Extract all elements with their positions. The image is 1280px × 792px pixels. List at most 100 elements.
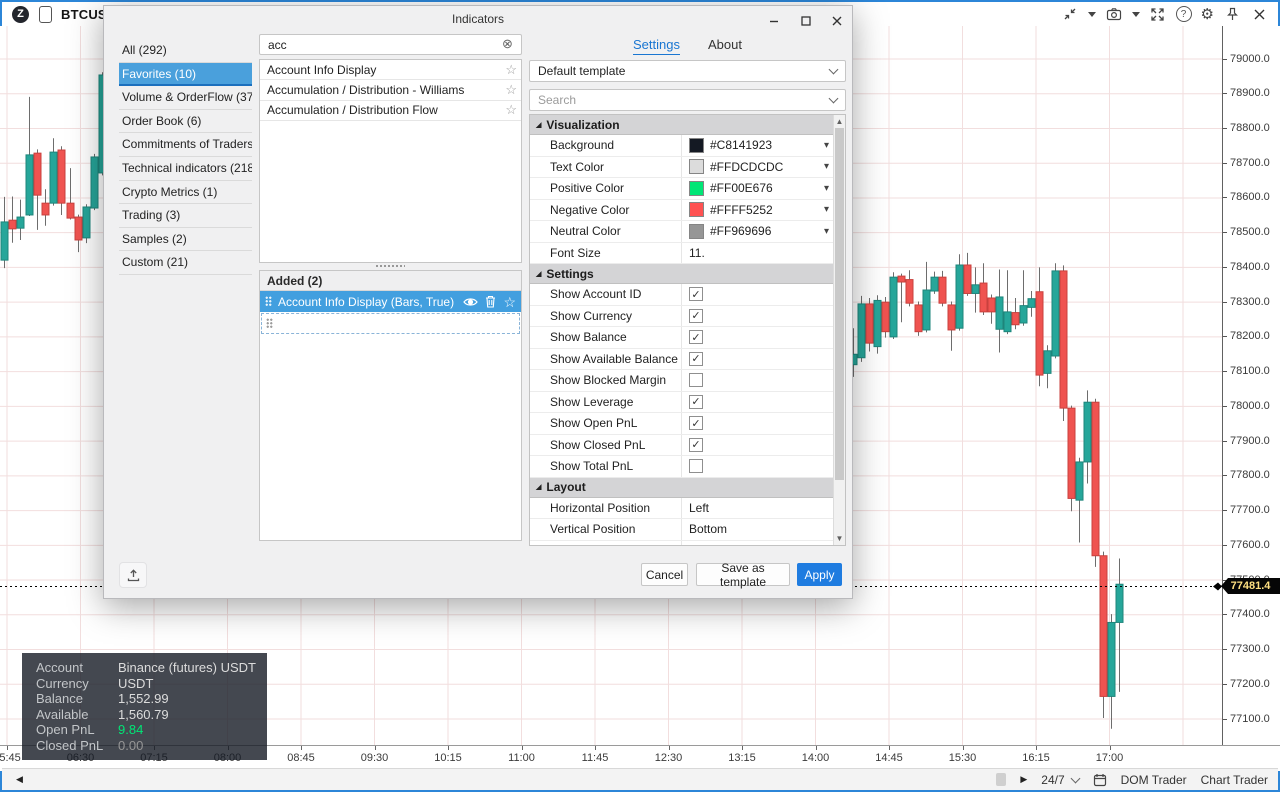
checkbox[interactable]: ✓ [689, 330, 703, 344]
tab-settings[interactable]: Settings [633, 37, 680, 55]
chart-trader-button[interactable]: Chart Trader [1201, 773, 1268, 787]
chevron-down-icon [829, 94, 839, 104]
template-select[interactable]: Default template [529, 60, 846, 82]
category-item[interactable]: Volume & OrderFlow (37) [119, 86, 252, 110]
section-header[interactable]: ◢Layout [530, 478, 833, 498]
scrollbar-down-icon[interactable]: ▼ [834, 534, 845, 543]
save-as-template-button[interactable]: Save as template [696, 563, 790, 586]
collapse-dropdown-caret[interactable] [1088, 12, 1096, 17]
favorite-star-icon[interactable]: ☆ [505, 102, 517, 118]
indicator-result-row[interactable]: Account Info Display☆ [260, 60, 521, 80]
section-title: Layout [546, 480, 585, 494]
account-overlay-row: CurrencyUSDT [36, 676, 267, 692]
prop-row: Show Currency✓ [530, 306, 833, 328]
checkbox[interactable] [689, 459, 703, 473]
category-item[interactable]: Favorites (10) [119, 63, 252, 87]
candle [964, 253, 971, 296]
prop-value: ✓ [682, 306, 833, 327]
category-item[interactable]: Order Book (6) [119, 110, 252, 134]
import-template-button[interactable] [119, 562, 147, 588]
account-overlay-value: 1,560.79 [118, 707, 169, 723]
h-scrollbar-thumb[interactable] [996, 773, 1006, 786]
indicator-result-row[interactable]: Accumulation / Distribution Flow☆ [260, 101, 521, 121]
dialog-maximize-button[interactable] [797, 13, 815, 29]
color-dropdown[interactable]: #FF969696▾ [682, 221, 833, 242]
category-item[interactable]: All (292) [119, 39, 252, 63]
section-title: Visualization [546, 118, 619, 132]
visibility-eye-icon[interactable] [463, 296, 478, 308]
category-item[interactable]: Commitments of Traders (4) [119, 133, 252, 157]
price-tick [1223, 441, 1227, 442]
price-axis[interactable]: 79000.078900.078800.078700.078600.078500… [1222, 26, 1280, 745]
color-dropdown[interactable]: #FFDCDCDC▾ [682, 157, 833, 178]
prop-label: Font Size [530, 243, 682, 264]
category-item[interactable]: Samples (2) [119, 228, 252, 252]
help-icon[interactable]: ? [1176, 6, 1192, 22]
category-item[interactable]: Crypto Metrics (1) [119, 181, 252, 205]
color-dropdown[interactable]: #C8141923▾ [682, 135, 833, 156]
color-dropdown[interactable]: #FF00E676▾ [682, 178, 833, 199]
camera-dropdown-caret[interactable] [1132, 12, 1140, 17]
section-header[interactable]: ◢Visualization [530, 115, 833, 135]
category-item[interactable]: Technical indicators (218) [119, 157, 252, 181]
scrollbar-thumb[interactable] [835, 128, 844, 480]
close-window-icon[interactable] [1250, 5, 1268, 23]
checkbox[interactable]: ✓ [689, 287, 703, 301]
settings-search-combo[interactable]: Search [529, 89, 846, 111]
scroll-right-arrow[interactable]: ▶ [1020, 774, 1027, 785]
indicator-result-row[interactable]: Accumulation / Distribution - Williams☆ [260, 80, 521, 100]
dialog-minimize-button[interactable] [765, 13, 783, 29]
text-field[interactable]: Bottom [682, 519, 833, 540]
candle [1060, 265, 1067, 421]
favorite-star-icon[interactable]: ☆ [505, 82, 517, 98]
delete-trash-icon[interactable] [485, 295, 496, 308]
fullscreen-icon[interactable] [1149, 5, 1167, 23]
drag-handle-icon[interactable] [266, 318, 273, 329]
tab-about[interactable]: About [708, 37, 742, 55]
text-field[interactable]: 20 [682, 541, 833, 547]
titlebar-toolbar: ? ⚙ [1061, 5, 1278, 23]
apply-button[interactable]: Apply [797, 563, 842, 586]
favorite-star-icon[interactable]: ☆ [505, 62, 517, 78]
added-indicator-row-selected[interactable]: Account Info Display (Bars, True) ☆ [260, 291, 521, 312]
added-indicator-row-empty[interactable] [261, 313, 520, 334]
dialog-close-button[interactable] [828, 13, 846, 29]
text-field[interactable]: Left [682, 498, 833, 519]
checkbox[interactable]: ✓ [689, 352, 703, 366]
pin-icon[interactable] [1223, 5, 1241, 23]
price-tick [1223, 336, 1227, 337]
price-tick [1223, 475, 1227, 476]
settings-gear-icon[interactable]: ⚙ [1201, 7, 1214, 22]
panel-splitter[interactable] [375, 264, 405, 268]
checkbox[interactable]: ✓ [689, 438, 703, 452]
calendar-icon[interactable] [1093, 773, 1107, 787]
checkbox[interactable] [689, 373, 703, 387]
property-grid-scrollbar[interactable]: ▲ ▼ [833, 115, 845, 545]
favorite-star-icon[interactable]: ☆ [503, 295, 516, 309]
time-label: 14:00 [802, 752, 830, 764]
prop-label: Show Balance [530, 327, 682, 348]
dom-trader-button[interactable]: DOM Trader [1121, 773, 1187, 787]
cancel-button[interactable]: Cancel [641, 563, 688, 586]
time-label: 10:15 [434, 752, 462, 764]
symbol-link-icon[interactable] [39, 6, 52, 23]
checkbox[interactable]: ✓ [689, 416, 703, 430]
section-header[interactable]: ◢Settings [530, 264, 833, 284]
indicator-search-input[interactable] [259, 34, 522, 55]
checkbox[interactable]: ✓ [689, 395, 703, 409]
drag-handle-icon[interactable] [265, 296, 272, 307]
candle [906, 270, 913, 306]
app-logo-icon: Z [12, 6, 29, 23]
text-field[interactable]: 11. [682, 243, 833, 264]
color-dropdown[interactable]: #FFFF5252▾ [682, 200, 833, 221]
session-selector[interactable]: 24/7 [1041, 773, 1078, 787]
prop-label: Background [530, 135, 682, 156]
scrollbar-up-icon[interactable]: ▲ [834, 117, 845, 126]
collapse-chart-icon[interactable] [1061, 5, 1079, 23]
category-item[interactable]: Trading (3) [119, 204, 252, 228]
scroll-left-arrow[interactable]: ◀ [16, 774, 23, 785]
category-item[interactable]: Custom (21) [119, 251, 252, 275]
camera-icon[interactable] [1105, 5, 1123, 23]
clear-search-icon[interactable]: ⊗ [502, 37, 513, 50]
checkbox[interactable]: ✓ [689, 309, 703, 323]
